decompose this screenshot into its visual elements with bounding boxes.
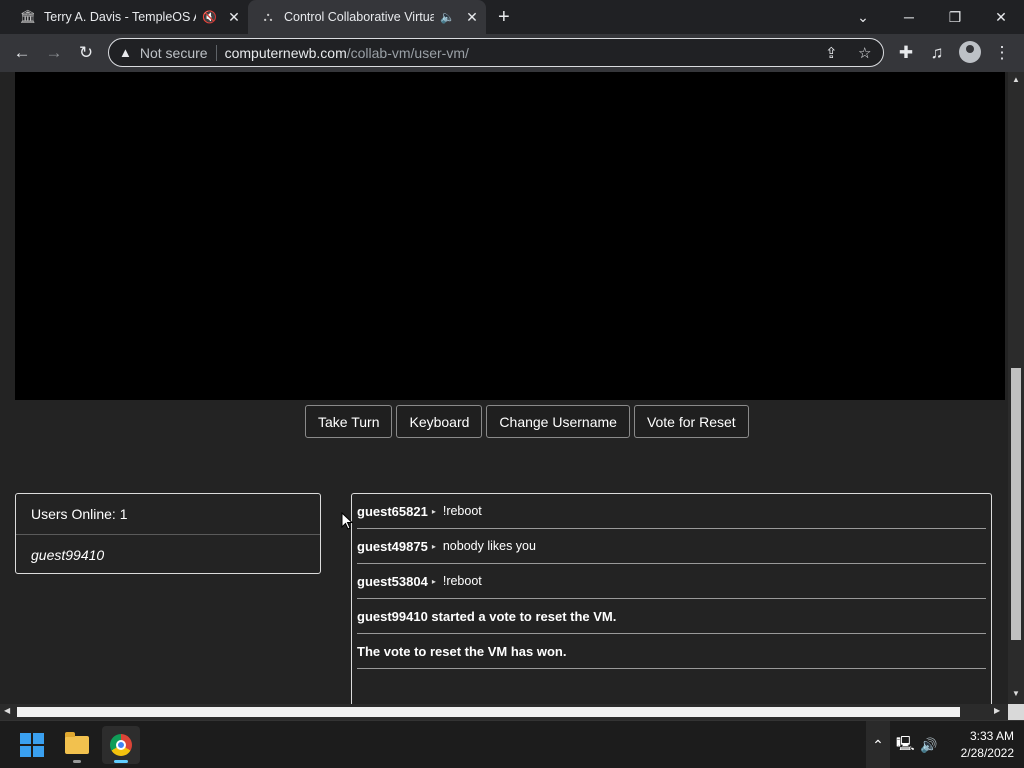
chat-text: !reboot <box>442 574 482 588</box>
warning-icon[interactable]: ▲ <box>119 45 132 60</box>
volume-icon[interactable]: 🔊 <box>920 721 937 768</box>
scroll-up-icon[interactable]: ▲ <box>1012 75 1020 84</box>
site-favicon-icon: ⛬ <box>263 9 273 24</box>
arrow-icon: ▸ <box>431 506 436 516</box>
scroll-right-icon[interactable]: ▶ <box>994 706 1000 715</box>
clock-time: 3:33 AM <box>969 729 1014 743</box>
scroll-corner <box>1008 704 1024 720</box>
scrollbar-thumb[interactable] <box>1011 368 1021 640</box>
taskbar: ⌃ 🖳 🔊 3:33 AM 2/28/2022 <box>0 720 1024 768</box>
tab-collabvm[interactable]: ⛬ Control Collaborative Virtual 🔈 ✕ <box>248 0 486 34</box>
chat-text: !reboot <box>442 504 482 518</box>
forward-icon[interactable]: → <box>42 41 66 65</box>
chat-panel[interactable]: guest65821 ▸ !reboot guest49875 ▸ nobody… <box>351 493 992 704</box>
minimize-button[interactable]: ─ <box>886 0 932 34</box>
museum-icon: 🏛 <box>19 9 37 24</box>
chat-text: nobody likes you <box>442 539 536 553</box>
tab-search-button[interactable]: ⌄ <box>840 0 886 34</box>
start-button[interactable] <box>13 726 51 764</box>
scroll-left-icon[interactable]: ◀ <box>4 706 10 715</box>
users-online-panel: Users Online: 1 guest99410 <box>15 493 321 574</box>
tab-title: Terry A. Davis - TempleOS Ar <box>44 10 196 24</box>
bookmark-star-icon[interactable]: ☆ <box>858 44 871 62</box>
vote-reset-button[interactable]: Vote for Reset <box>633 405 749 438</box>
new-tab-button[interactable]: + <box>498 6 510 29</box>
chrome-taskbar-button[interactable] <box>102 726 140 764</box>
show-hidden-icons-button[interactable]: ⌃ <box>866 721 890 768</box>
chevron-up-icon: ⌃ <box>872 736 884 753</box>
vm-screen[interactable] <box>15 72 1005 400</box>
chat-username: guest65821 <box>357 503 428 519</box>
user-list-item[interactable]: guest99410 <box>16 535 320 574</box>
vertical-scrollbar[interactable]: ▲ ▼ <box>1008 72 1024 704</box>
restore-button[interactable]: ❐ <box>932 0 978 34</box>
chat-system-message: guest99410 started a vote to reset the V… <box>357 599 986 634</box>
running-indicator <box>73 760 81 763</box>
window-close-button[interactable]: ✕ <box>978 0 1024 34</box>
arrow-icon: ▸ <box>431 576 436 586</box>
speaker-icon[interactable]: 🔈 <box>440 10 455 24</box>
chat-username: guest53804 <box>357 573 428 589</box>
network-icon[interactable]: 🖳 <box>896 721 915 768</box>
clock-date: 2/28/2022 <box>960 746 1014 760</box>
active-indicator <box>114 760 128 763</box>
extensions-icon[interactable]: ✚ <box>894 41 918 65</box>
media-controls-icon[interactable]: ♫ <box>925 41 949 65</box>
menu-kebab-icon[interactable]: ⋮ <box>990 41 1014 65</box>
chat-text: guest99410 started a vote to reset the V… <box>357 608 617 624</box>
windows-logo-icon <box>20 733 44 757</box>
close-tab-icon[interactable]: ✕ <box>465 9 479 26</box>
keyboard-button[interactable]: Keyboard <box>396 405 483 438</box>
security-label[interactable]: Not secure <box>140 45 208 61</box>
scrollbar-thumb[interactable] <box>17 707 960 717</box>
take-turn-button[interactable]: Take Turn <box>305 405 393 438</box>
browser-toolbar: ← → ↻ ▲ Not secure computernewb.com/coll… <box>0 34 1024 72</box>
chat-message: guest65821 ▸ !reboot <box>357 494 986 529</box>
change-username-button[interactable]: Change Username <box>486 405 630 438</box>
tab-title: Control Collaborative Virtual <box>284 10 434 24</box>
horizontal-scrollbar[interactable]: ◀ ▶ <box>0 704 1008 720</box>
divider <box>215 44 217 61</box>
speaker-muted-icon[interactable]: 🔇 <box>202 10 217 24</box>
tab-templeos[interactable]: 🏛 Terry A. Davis - TempleOS Ar 🔇 ✕ <box>0 0 248 34</box>
chat-system-message: The vote to reset the VM has won. <box>357 634 986 669</box>
folder-icon <box>65 732 89 754</box>
reload-icon[interactable]: ↻ <box>74 41 98 65</box>
share-icon[interactable]: ⇪ <box>825 44 838 62</box>
page-content: Take Turn Keyboard Change Username Vote … <box>0 72 1008 704</box>
system-clock[interactable]: 3:33 AM 2/28/2022 <box>944 728 1014 762</box>
back-icon[interactable]: ← <box>10 41 34 65</box>
chat-text: The vote to reset the VM has won. <box>357 643 567 659</box>
close-tab-icon[interactable]: ✕ <box>227 9 241 26</box>
mouse-cursor-icon <box>341 512 353 530</box>
url-path[interactable]: /collab-vm/user-vm/ <box>347 45 469 61</box>
chat-message: guest53804 ▸ !reboot <box>357 564 986 599</box>
tab-strip: 🏛 Terry A. Davis - TempleOS Ar 🔇 ✕ ⛬ Con… <box>0 0 1024 34</box>
address-bar[interactable]: ▲ Not secure computernewb.com/collab-vm/… <box>108 38 884 67</box>
arrow-icon: ▸ <box>431 541 436 551</box>
url-host[interactable]: computernewb.com <box>225 45 347 61</box>
file-explorer-button[interactable] <box>58 726 96 764</box>
chrome-icon <box>110 734 132 756</box>
chat-message: guest49875 ▸ nobody likes you <box>357 529 986 564</box>
vm-button-row: Take Turn Keyboard Change Username Vote … <box>305 405 749 438</box>
chat-username: guest49875 <box>357 538 428 554</box>
scroll-down-icon[interactable]: ▼ <box>1012 689 1020 698</box>
profile-avatar-icon[interactable] <box>959 41 981 63</box>
users-online-count: Users Online: 1 <box>16 494 320 535</box>
